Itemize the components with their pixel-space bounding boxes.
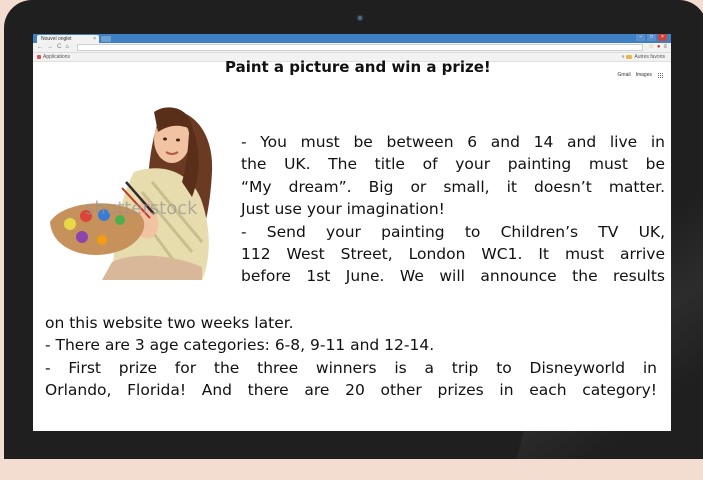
watermark-text: shutterstock — [85, 198, 198, 219]
toolbar-right: ☆ ● ≡ — [648, 44, 667, 51]
maximize-button[interactable]: □ — [647, 34, 656, 41]
page-content: Paint a picture and win a prize! shutter… — [0, 0, 665, 399]
text-line: - There are 3 age categories: 6-8, 9-11 … — [45, 336, 435, 355]
girl-painting-illustration — [50, 107, 213, 280]
text-line: 112 West Street, London WC1. It must arr… — [241, 245, 665, 264]
text-line: - First prize for the three winners is a… — [45, 358, 657, 377]
text-line: “My dream”. Big or small, it doesn’t mat… — [241, 177, 665, 196]
text-line: before 1st June. We will announce the re… — [241, 267, 665, 286]
text-line: - You must be between 6 and 14 and live … — [241, 133, 665, 151]
details-paragraph: on this website two weeks later. - There… — [45, 312, 657, 402]
text-line: Orlando, Florida! And there are 20 other… — [45, 381, 657, 400]
window-controls: – □ × — [636, 34, 667, 43]
extension-icon[interactable]: ● — [657, 44, 661, 51]
text-line: the UK. The title of your painting must … — [241, 155, 665, 174]
close-window-button[interactable]: × — [658, 34, 667, 41]
images-link[interactable]: Images — [636, 72, 652, 78]
other-bookmarks-label: Autres favoris — [634, 54, 665, 60]
rules-paragraph: - You must be between 6 and 14 and live … — [241, 131, 665, 288]
page-title: Paint a picture and win a prize! — [225, 58, 491, 76]
text-line: on this website two weeks later. — [45, 314, 294, 332]
apps-grid-icon[interactable] — [657, 72, 663, 78]
text-line: Just use your imagination! — [241, 200, 445, 219]
text-line: - Send your painting to Children’s TV UK… — [241, 222, 665, 241]
girl-painting-photo — [42, 102, 214, 280]
menu-icon[interactable]: ≡ — [663, 44, 667, 51]
bookmark-star-icon[interactable]: ☆ — [648, 44, 653, 51]
